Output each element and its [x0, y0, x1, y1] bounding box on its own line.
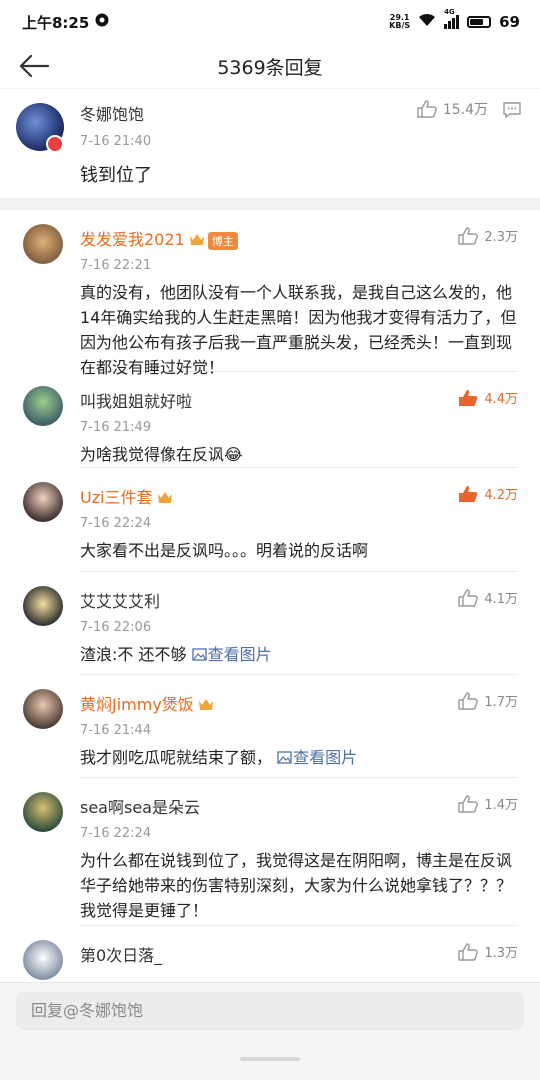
- thumbs-up-icon: [458, 691, 479, 710]
- reply-bar: 回复@冬娜饱饱: [0, 982, 540, 1080]
- page-title: 5369条回复: [217, 56, 323, 79]
- view-image-label: 查看图片: [293, 748, 358, 767]
- like-count: 4.4万: [484, 392, 518, 407]
- reply-input[interactable]: 回复@冬娜饱饱: [16, 992, 524, 1030]
- like-button[interactable]: 1.3万: [458, 942, 518, 961]
- battery-icon: [467, 16, 492, 28]
- comment-text: 大家看不出是反讽吗。。。明着说的反话啊: [80, 541, 369, 560]
- status-bar: 上午8:25 29.1 KB/S 4G 69: [0, 0, 540, 44]
- like-count: 1.4万: [484, 798, 518, 813]
- thumbs-up-filled-icon: [459, 485, 478, 502]
- view-image-label: 查看图片: [207, 645, 272, 664]
- thumbs-up-icon: [458, 794, 479, 813]
- like-count: 4.2万: [484, 488, 518, 503]
- main-comment[interactable]: 冬娜饱饱 7-16 21:40 钱到位了 15.4万: [0, 88, 540, 198]
- like-button[interactable]: 4.4万: [458, 388, 518, 407]
- crown-icon: [157, 489, 173, 508]
- author-badge: 博主: [207, 231, 238, 250]
- comment-time: 7-16 21:49: [80, 420, 152, 435]
- comment-time: 7-16 22:06: [80, 620, 152, 635]
- avatar[interactable]: [23, 482, 63, 522]
- like-count: 1.3万: [484, 946, 518, 961]
- crown-icon: [198, 696, 214, 715]
- like-count: 15.4万: [442, 102, 488, 118]
- avatar[interactable]: [23, 586, 63, 626]
- comment-time: 7-16 21:40: [80, 134, 152, 149]
- section-divider: [0, 198, 540, 210]
- back-button[interactable]: [18, 50, 50, 82]
- cellular-signal-icon: 4G: [444, 8, 460, 29]
- commenter-name[interactable]: 发发爱我2021: [80, 230, 185, 249]
- comment-time: 7-16 22:24: [80, 826, 152, 841]
- like-count: 1.7万: [484, 695, 518, 710]
- like-count: 2.3万: [484, 230, 518, 245]
- comment-text: 钱到位了: [80, 165, 152, 186]
- thumbs-up-icon: [458, 942, 479, 961]
- commenter-name[interactable]: 艾艾艾艾利: [80, 588, 518, 612]
- reply-item[interactable]: 第0次日落_ 1.3万: [0, 926, 540, 986]
- comment-time: 7-16 22:24: [80, 516, 152, 531]
- avatar[interactable]: [23, 386, 63, 426]
- battery-level: 69: [499, 13, 520, 31]
- like-button[interactable]: 15.4万: [417, 99, 488, 119]
- reply-item[interactable]: sea啊sea是朵云 7-16 22:24 为什么都在说钱到位了，我觉得这是在阴…: [0, 778, 540, 926]
- reply-item[interactable]: 黄焖Jimmy煲饭 7-16 21:44 我才刚吃瓜呢就结束了额， 查看图片 1…: [0, 675, 540, 778]
- wifi-icon: [418, 13, 436, 31]
- commenter-name[interactable]: 第0次日落_: [80, 942, 518, 966]
- comment-text: 我才刚吃瓜呢就结束了额，: [80, 748, 278, 767]
- commenter-name[interactable]: 叫我姐姐就好啦: [80, 388, 518, 412]
- reply-list: 发发爱我2021 博主 7-16 22:21 真的没有，他团队没有一个人联系我，是…: [0, 210, 540, 986]
- like-button[interactable]: 4.2万: [458, 484, 518, 503]
- view-image-link[interactable]: 查看图片: [191, 645, 272, 664]
- network-speed: 29.1 KB/S: [389, 14, 410, 30]
- avatar[interactable]: [23, 792, 63, 832]
- thumbs-up-icon: [417, 100, 437, 118]
- reply-item[interactable]: 艾艾艾艾利 7-16 22:06 渣浪:不 还不够 查看图片 4.1万: [0, 572, 540, 675]
- image-icon: [277, 751, 292, 764]
- crown-icon: [189, 231, 205, 250]
- commenter-name[interactable]: sea啊sea是朵云: [80, 794, 518, 818]
- reply-item[interactable]: 叫我姐姐就好啦 7-16 21:49 为啥我觉得像在反讽😂 4.4万: [0, 372, 540, 468]
- like-button[interactable]: 1.4万: [458, 794, 518, 813]
- avatar[interactable]: [23, 224, 63, 264]
- notification-icon: [95, 13, 109, 31]
- like-button[interactable]: 4.1万: [458, 588, 518, 607]
- like-button[interactable]: 2.3万: [458, 226, 518, 245]
- reply-comment-button[interactable]: [502, 101, 522, 123]
- status-time: 上午8:25: [22, 13, 90, 32]
- comment-time: 7-16 21:44: [80, 723, 152, 738]
- thumbs-up-filled-icon: [459, 389, 478, 406]
- like-button[interactable]: 1.7万: [458, 691, 518, 710]
- avatar[interactable]: [23, 689, 63, 729]
- page-header: 5369条回复: [0, 44, 540, 88]
- signal-label: 4G: [444, 8, 455, 16]
- thumbs-up-icon: [458, 226, 479, 245]
- back-arrow-icon: [19, 54, 50, 78]
- comment-text: 为啥我觉得像在反讽😂: [80, 445, 243, 464]
- reply-item[interactable]: Uzi三件套 7-16 22:24 大家看不出是反讽吗。。。明着说的反话啊 4.…: [0, 468, 540, 572]
- reply-item[interactable]: 发发爱我2021 博主 7-16 22:21 真的没有，他团队没有一个人联系我，是…: [0, 210, 540, 377]
- commenter-name[interactable]: Uzi三件套: [80, 488, 153, 507]
- comment-icon: [503, 102, 521, 119]
- thumbs-up-icon: [458, 588, 479, 607]
- avatar[interactable]: [23, 940, 63, 980]
- image-icon: [191, 648, 207, 661]
- like-count: 4.1万: [484, 592, 518, 607]
- comment-text: 渣浪:不 还不够: [80, 645, 192, 664]
- comment-text: 真的没有，他团队没有一个人联系我，是我自己这么发的，他14年确实给我的人生赶走黑…: [80, 283, 517, 377]
- home-indicator[interactable]: [240, 1057, 300, 1061]
- commenter-name[interactable]: 黄焖Jimmy煲饭: [80, 695, 194, 714]
- network-speed-unit: KB/S: [389, 21, 411, 30]
- verified-badge-icon: [46, 135, 64, 153]
- comment-text: 为什么都在说钱到位了，我觉得这是在阴阳啊，博主是在反讽华子给她带来的伤害特别深刻…: [80, 851, 513, 920]
- view-image-link[interactable]: 查看图片: [277, 748, 357, 767]
- comment-time: 7-16 22:21: [80, 258, 152, 273]
